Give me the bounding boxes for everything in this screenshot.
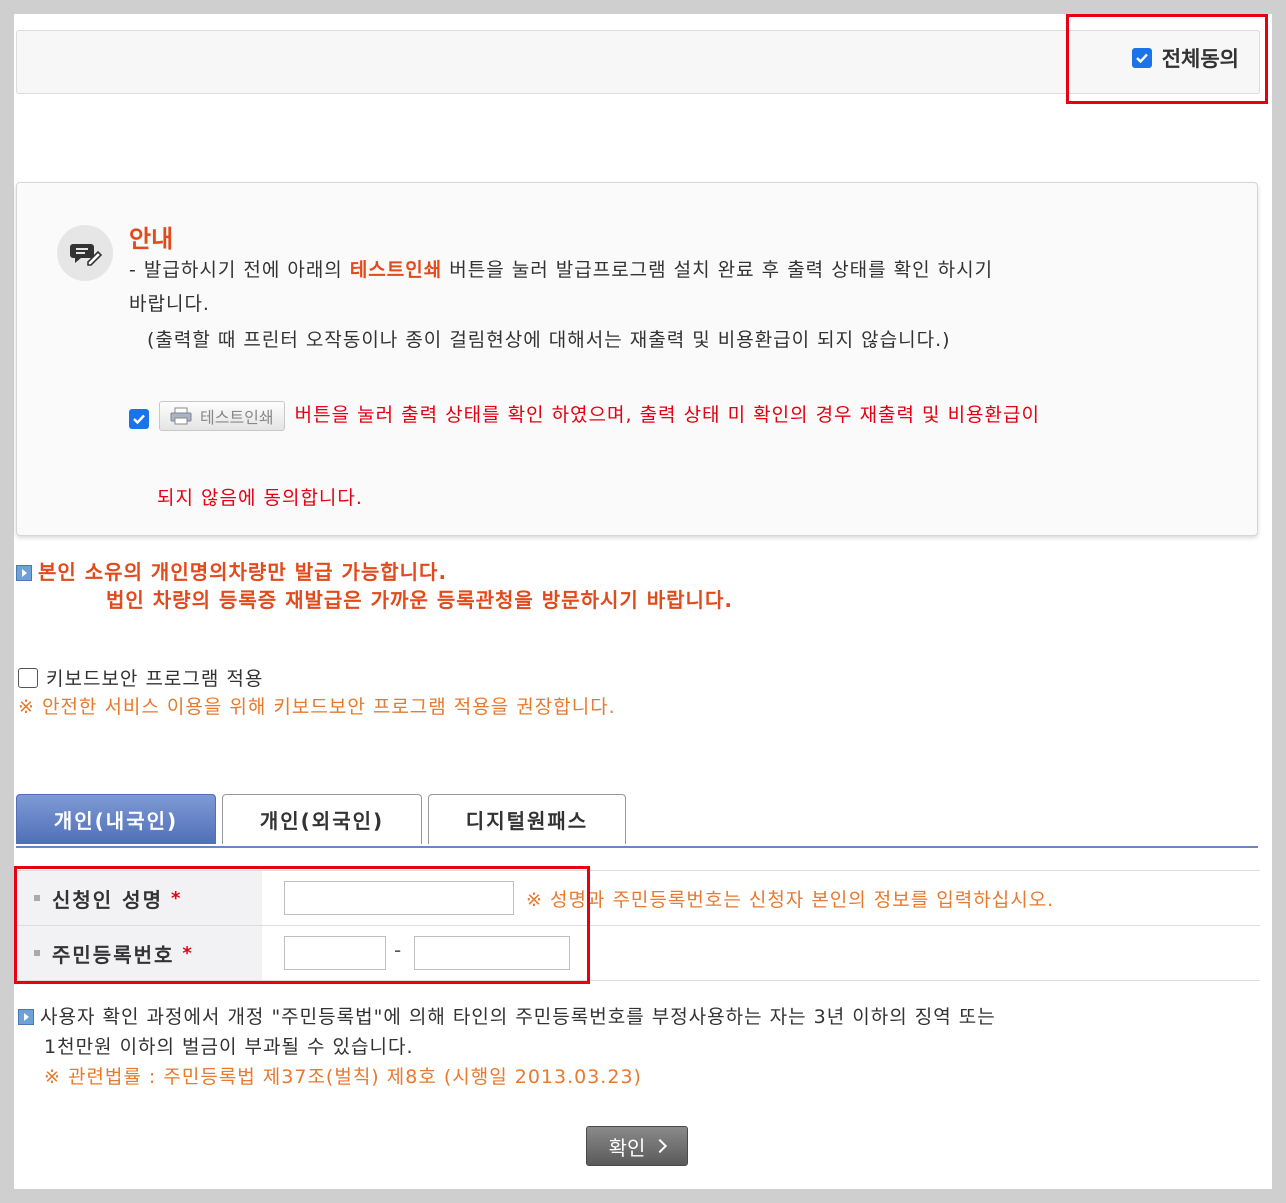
keyboard-security-checkbox[interactable] [18, 667, 38, 688]
name-label: 신청인 성명 * [16, 871, 262, 925]
notice-title: 안내 [129, 225, 174, 253]
own-vehicle-note: 본인 소유의 개인명의차량만 발급 가능합니다. 법인 차량의 등록증 재발급은… [16, 558, 733, 614]
test-print-agree-text-2: 되지 않음에 동의합니다. [157, 487, 363, 509]
applicant-form: 신청인 성명 * ※ 성명과 주민등록번호는 신청자 본인의 정보를 입력하십시… [16, 870, 1260, 981]
own-vehicle-note-line-1: 본인 소유의 개인명의차량만 발급 가능합니다. [38, 560, 448, 584]
form-row-name: 신청인 성명 * ※ 성명과 주민등록번호는 신청자 본인의 정보를 입력하십시… [16, 871, 1260, 926]
tab-bar: 개인(내국인) 개인(외국인) 디지털원패스 [16, 794, 1258, 848]
keyboard-security-toggle[interactable]: 키보드보안 프로그램 적용 [18, 664, 263, 691]
own-vehicle-note-line-2: 법인 차량의 등록증 재발급은 가까운 등록관청을 방문하시기 바랍니다. [106, 588, 733, 612]
rrn-label: 주민등록번호 * [16, 926, 262, 980]
test-print-button-label: 테스트인쇄 [200, 408, 274, 427]
tab-domestic[interactable]: 개인(내국인) [16, 794, 216, 844]
rrn-front-input[interactable] [284, 936, 386, 970]
square-bullet-icon [34, 895, 40, 901]
chevron-right-icon [653, 1138, 668, 1154]
keyboard-security-label: 키보드보안 프로그램 적용 [46, 668, 264, 690]
test-print-button[interactable]: 테스트인쇄 [159, 401, 285, 431]
confirm-button[interactable]: 확인 [586, 1126, 688, 1166]
arrow-bullet-icon [16, 565, 32, 581]
agree-all-toggle[interactable]: 전체동의 [1131, 43, 1239, 73]
notice-line-1: - 발급하시기 전에 아래의 테스트인쇄 버튼을 눌러 발급프로그램 설치 완료… [129, 255, 993, 282]
agree-all-checkbox[interactable] [1131, 48, 1152, 68]
law-note-line-2: 1천만원 이하의 벌금이 부과될 수 있습니다. [44, 1036, 414, 1058]
rrn-back-input[interactable] [414, 936, 570, 970]
test-print-agree-row: 테스트인쇄 버튼을 눌러 출력 상태를 확인 하였으며, 출력 상태 미 확인의… [129, 401, 1199, 433]
printer-icon [170, 407, 192, 425]
required-mark: * [182, 942, 194, 964]
memo-pencil-icon [57, 225, 113, 281]
notice-line-1-suffix: 버튼을 눌러 발급프로그램 설치 완료 후 출력 상태를 확인 하시기 [442, 259, 994, 281]
check-icon [133, 414, 145, 425]
law-note-reference: ※ 관련법률 : 주민등록법 제37조(벌칙) 제8호 (시행일 2013.03… [44, 1066, 642, 1088]
law-note-line-1: 사용자 확인 과정에서 개정 "주민등록법"에 의해 타인의 주민등록번호를 부… [40, 1006, 996, 1028]
test-print-agree-checkbox[interactable] [129, 409, 149, 429]
page: 전체동의 안내 - 발급하시기 전에 아래의 테스트인쇄 버튼을 눌러 발급프로… [14, 14, 1272, 1189]
notice-highlight-test-print: 테스트인쇄 [349, 259, 443, 281]
form-hint: ※ 성명과 주민등록번호는 신청자 본인의 정보를 입력하십시오. [526, 889, 1055, 911]
test-print-agree-text-1: 버튼을 눌러 출력 상태를 확인 하였으며, 출력 상태 미 확인의 경우 재출… [294, 404, 1040, 426]
confirm-button-label: 확인 [608, 1135, 646, 1160]
agree-all-bar: 전체동의 [16, 30, 1260, 94]
tab-digital-onepass[interactable]: 디지털원패스 [428, 794, 626, 844]
notice-box: 안내 - 발급하시기 전에 아래의 테스트인쇄 버튼을 눌러 발급프로그램 설치… [16, 182, 1258, 536]
name-label-text: 신청인 성명 [52, 887, 163, 912]
notice-line-3: (출력할 때 프린터 오작동이나 종이 걸림현상에 대해서는 재출력 및 비용환… [147, 329, 951, 351]
square-bullet-icon [34, 950, 40, 956]
keyboard-security-note: ※ 안전한 서비스 이용을 위해 키보드보안 프로그램 적용을 권장합니다. [18, 696, 616, 718]
notice-line-1-prefix: - 발급하시기 전에 아래의 [129, 259, 350, 281]
rrn-label-text: 주민등록번호 [52, 942, 175, 967]
notice-line-2: 바랍니다. [129, 293, 210, 315]
tab-foreigner[interactable]: 개인(외국인) [222, 794, 422, 844]
agree-all-label: 전체동의 [1161, 47, 1239, 71]
required-mark: * [170, 887, 183, 909]
rrn-separator: - [394, 938, 402, 962]
law-note: 사용자 확인 과정에서 개정 "주민등록법"에 의해 타인의 주민등록번호를 부… [18, 1002, 996, 1092]
check-icon [1135, 53, 1148, 64]
form-row-rrn: 주민등록번호 * - [16, 926, 1260, 981]
arrow-bullet-icon [18, 1009, 34, 1025]
name-input[interactable] [284, 881, 514, 915]
